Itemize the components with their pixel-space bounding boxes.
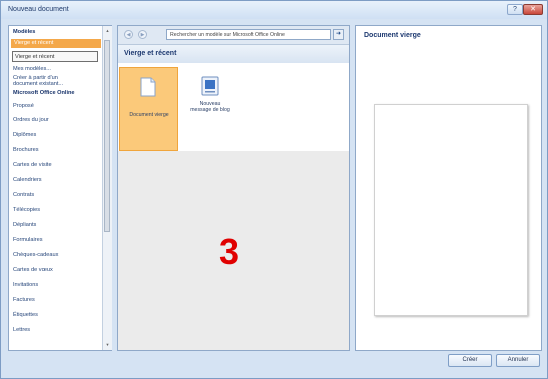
create-button[interactable]: Créer	[448, 354, 492, 367]
sidebar-header-modeles: Modèles	[13, 29, 36, 35]
dialog-title: Nouveau document	[8, 6, 69, 13]
section-title: Vierge et récent	[124, 50, 177, 57]
sidebar-item-calendriers[interactable]: Calendriers	[13, 177, 42, 183]
sidebar-item-creer-existant-line2[interactable]: document existant...	[13, 81, 63, 87]
new-document-dialog: Nouveau document ? ✕ Modèles Vierge et r…	[0, 0, 548, 379]
sidebar-item-ordres-du-jour[interactable]: Ordres du jour	[13, 117, 49, 123]
back-icon[interactable]: ◀	[124, 30, 133, 39]
tile-document-vierge[interactable]: Document vierge	[119, 67, 178, 151]
sidebar-item-contrats[interactable]: Contrats	[13, 192, 34, 198]
blog-post-icon	[201, 76, 219, 96]
sidebar-item-formulaires[interactable]: Formulaires	[13, 237, 43, 243]
search-go-icon[interactable]: ➜	[333, 29, 344, 40]
cancel-button[interactable]: Annuler	[496, 354, 540, 367]
templates-sidebar: Modèles Vierge et récent Vierge et récen…	[8, 25, 112, 351]
scroll-down-icon[interactable]: ▼	[104, 342, 111, 348]
sidebar-item-lettres[interactable]: Lettres	[13, 327, 30, 333]
navigation-bar: ◀ ▶ Rechercher un modèle sur Microsoft O…	[118, 26, 349, 45]
search-placeholder: Rechercher un modèle sur Microsoft Offic…	[170, 32, 285, 38]
sidebar-item-propose[interactable]: Proposé	[13, 103, 34, 109]
sidebar-item-vierge-et-recent[interactable]: Vierge et récent	[11, 39, 101, 48]
section-header: Vierge et récent	[118, 45, 349, 63]
preview-pane: Document vierge	[355, 25, 542, 351]
tile-nouveau-message-de-blog[interactable]: Nouveau message de blog	[180, 67, 240, 117]
preview-title: Document vierge	[364, 32, 421, 39]
sidebar-scrollbar[interactable]: ▲ ▼	[102, 26, 112, 350]
sidebar-item-diplomes[interactable]: Diplômes	[13, 132, 36, 138]
tooltip: Vierge et récent	[12, 51, 98, 62]
sidebar-item-etiquettes[interactable]: Étiquettes	[13, 312, 38, 318]
sidebar-item-invitations[interactable]: Invitations	[13, 282, 38, 288]
forward-icon[interactable]: ▶	[138, 30, 147, 39]
sidebar-header-office-online: Microsoft Office Online	[13, 90, 75, 96]
sidebar-item-telecopies[interactable]: Télécopies	[13, 207, 40, 213]
blank-document-icon	[140, 77, 156, 97]
tile-label: Document vierge	[129, 112, 169, 118]
title-bar: Nouveau document ? ✕	[1, 1, 547, 19]
close-icon[interactable]: ✕	[523, 4, 543, 15]
tile-label-line2: message de blog	[190, 107, 230, 113]
tooltip-text: Vierge et récent	[15, 54, 55, 60]
sidebar-item-mes-modeles[interactable]: Mes modèles...	[13, 66, 51, 72]
sidebar-item-cartes-de-visite[interactable]: Cartes de visite	[13, 162, 52, 168]
templates-pane: ◀ ▶ Rechercher un modèle sur Microsoft O…	[117, 25, 350, 351]
help-icon[interactable]: ?	[507, 4, 523, 15]
search-input[interactable]: Rechercher un modèle sur Microsoft Offic…	[166, 29, 331, 40]
sidebar-item-brochures[interactable]: Brochures	[13, 147, 39, 153]
sidebar-item-factures[interactable]: Factures	[13, 297, 35, 303]
sidebar-item-label: Vierge et récent	[14, 40, 54, 46]
document-preview	[374, 104, 528, 316]
sidebar-item-depliants[interactable]: Dépliants	[13, 222, 36, 228]
scroll-up-icon[interactable]: ▲	[104, 28, 111, 34]
sidebar-item-cartes-de-voeux[interactable]: Cartes de vœux	[13, 267, 53, 273]
sidebar-item-cheques-cadeaux[interactable]: Chèques-cadeaux	[13, 252, 58, 258]
scrollbar-thumb[interactable]	[104, 40, 110, 232]
annotation-number: 3	[219, 231, 240, 272]
